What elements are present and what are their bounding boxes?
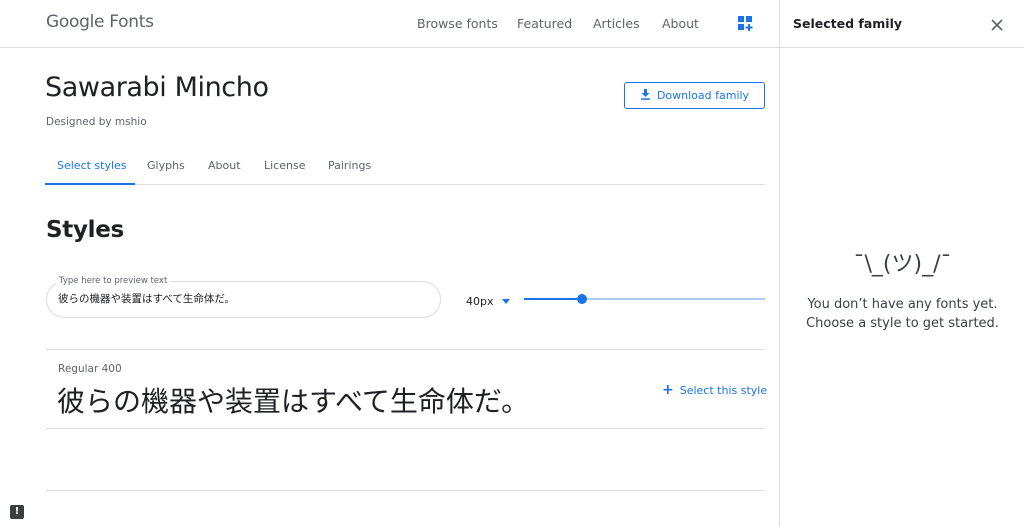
feedback-icon[interactable]: !	[10, 505, 24, 519]
panel-header: Selected family	[780, 0, 1024, 48]
slider-thumb[interactable]	[577, 294, 587, 304]
tab-select-styles[interactable]: Select styles	[57, 159, 127, 172]
tab-glyphs[interactable]: Glyphs	[147, 159, 185, 172]
download-icon	[640, 88, 651, 103]
designer-credit: Designed by mshio	[46, 116, 147, 128]
style-sample-text: 彼らの機器や装置はすべて生命体だ。	[57, 385, 530, 418]
nav-about[interactable]: About	[662, 16, 699, 31]
download-family-button[interactable]: Download family	[624, 82, 765, 109]
plus-icon: +	[662, 382, 674, 398]
preview-text-input[interactable]	[58, 292, 428, 304]
style-name: Regular 400	[58, 363, 122, 375]
google-fonts-logo[interactable]: Google Fonts	[46, 12, 154, 32]
empty-state-line-2: Choose a style to get started.	[806, 316, 999, 331]
nav-featured[interactable]: Featured	[517, 16, 572, 31]
panel-title: Selected family	[793, 16, 903, 31]
divider	[46, 349, 765, 350]
font-family-name: Sawarabi Mincho	[45, 72, 269, 103]
active-tab-indicator	[45, 183, 135, 185]
select-this-style-label: Select this style	[679, 383, 768, 397]
preview-text-field[interactable]: Type here to preview text	[46, 276, 441, 318]
styles-heading: Styles	[46, 217, 124, 243]
font-size-slider[interactable]	[524, 294, 765, 304]
top-app-bar: Google Fonts Browse fonts Featured Artic…	[0, 0, 779, 48]
divider	[46, 490, 765, 491]
select-this-style-button[interactable]: + Select this style	[662, 383, 767, 397]
nav-browse-fonts[interactable]: Browse fonts	[417, 16, 498, 31]
font-size-select[interactable]: 40px	[466, 295, 510, 308]
family-tabs: Select styles Glyphs About License Pairi…	[45, 148, 765, 185]
tab-pairings[interactable]: Pairings	[328, 159, 371, 172]
preview-text-label: Type here to preview text	[56, 276, 171, 286]
dropdown-arrow-icon	[501, 299, 510, 304]
slider-fill	[524, 298, 577, 300]
download-family-label: Download family	[656, 89, 750, 102]
apps-add-icon[interactable]	[738, 16, 753, 31]
empty-state-line-1: You don’t have any fonts yet.	[807, 297, 998, 312]
selected-family-panel: Selected family ¯\_(ツ)_/¯ You don’t have…	[779, 0, 1024, 527]
tab-license[interactable]: License	[264, 159, 305, 172]
tab-about[interactable]: About	[208, 159, 241, 172]
nav-articles[interactable]: Articles	[593, 16, 640, 31]
divider	[46, 428, 765, 429]
font-size-value: 40px	[466, 295, 494, 308]
empty-state-shrug: ¯\_(ツ)_/¯	[853, 252, 952, 277]
close-icon[interactable]	[990, 17, 1004, 31]
